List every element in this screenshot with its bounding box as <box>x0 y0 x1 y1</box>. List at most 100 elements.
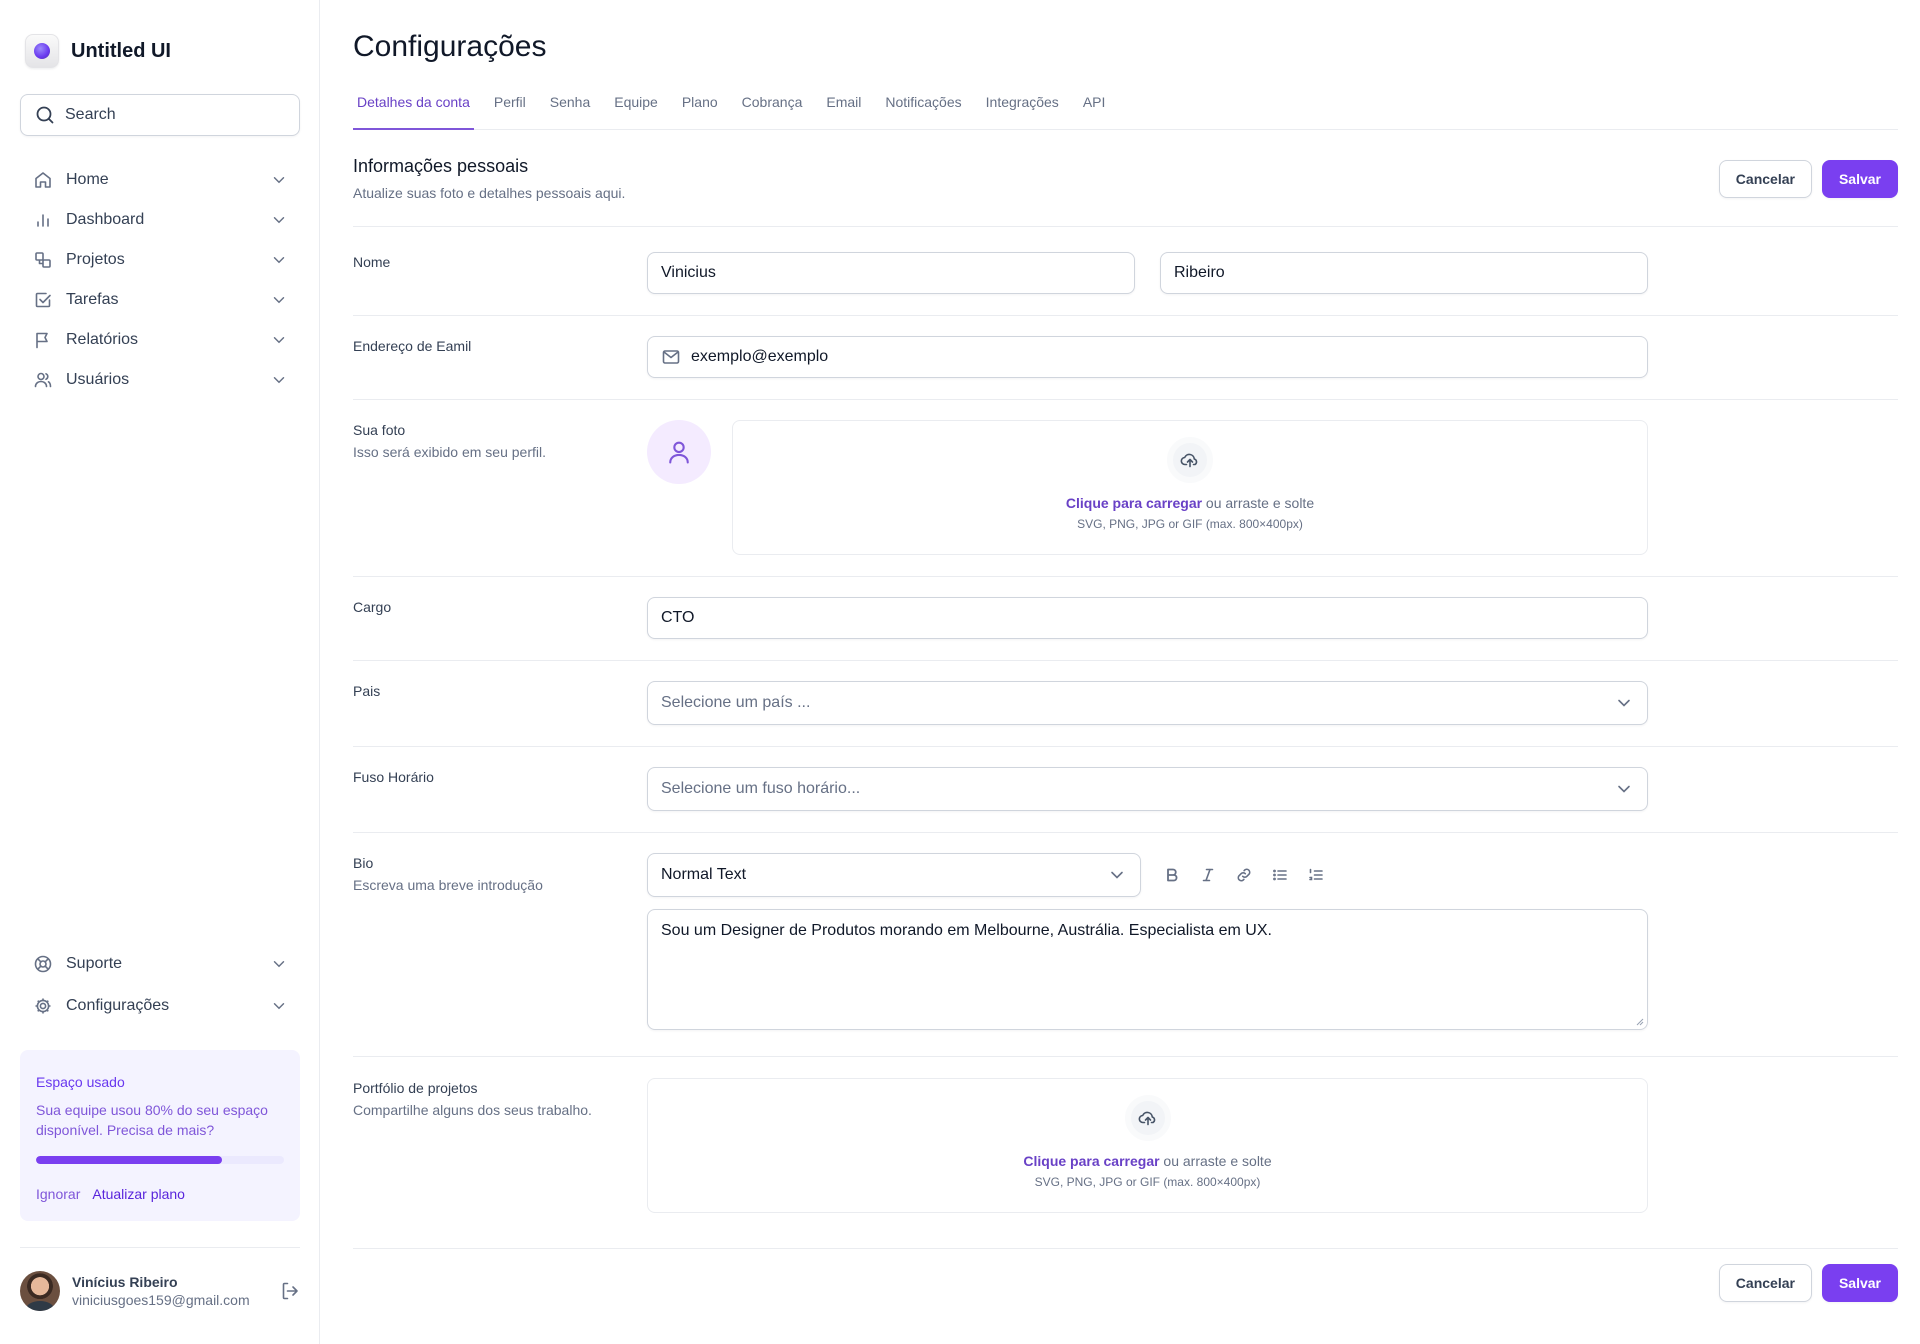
nav-item-label: Suporte <box>66 955 123 972</box>
nav-item-projetos[interactable]: Projetos <box>20 240 300 280</box>
dismiss-link[interactable]: Ignorar <box>36 1186 80 1202</box>
nav-item-label: Usuários <box>66 371 130 388</box>
tab-senha[interactable]: Senha <box>546 88 594 129</box>
tab-integracoes[interactable]: Integrações <box>982 88 1063 129</box>
mail-icon <box>661 347 681 367</box>
nav-item-usuarios[interactable]: Usuários <box>20 360 300 400</box>
cancel-button[interactable]: Cancelar <box>1718 160 1812 198</box>
first-name-input[interactable] <box>661 264 1121 282</box>
upload-cloud-icon <box>1124 1095 1171 1141</box>
name-label: Nome <box>353 254 391 270</box>
role-input[interactable] <box>661 609 1634 627</box>
upload-cloud-icon <box>1167 437 1213 483</box>
nav-item-tarefas[interactable]: Tarefas <box>20 280 300 320</box>
logout-icon[interactable] <box>280 1281 300 1301</box>
search-box[interactable] <box>20 94 300 136</box>
divider <box>353 576 1898 577</box>
chevron-down-icon <box>1107 865 1127 885</box>
first-name-field[interactable] <box>647 252 1135 294</box>
nav-item-configuracoes[interactable]: Configurações <box>20 985 300 1027</box>
tab-api[interactable]: API <box>1079 88 1110 129</box>
chevron-down-icon <box>270 211 288 229</box>
nav-item-suporte[interactable]: Suporte <box>20 943 300 985</box>
role-field[interactable] <box>647 597 1648 639</box>
usage-text: Sua equipe usou 80% do seu espaço dispon… <box>36 1102 268 1138</box>
upgrade-plan-link[interactable]: Atualizar plano <box>92 1186 185 1202</box>
settings-icon <box>32 995 54 1017</box>
email-input[interactable] <box>691 348 1634 366</box>
photo-upload-text: ou arraste e solte <box>1202 495 1315 511</box>
save-button[interactable]: Salvar <box>1821 160 1898 198</box>
tab-perfil[interactable]: Perfil <box>490 88 530 129</box>
portfolio-upload-hint: SVG, PNG, JPG or GIF (max. 800×400px) <box>1034 1175 1261 1189</box>
photo-upload-link[interactable]: Clique para carregar <box>1066 495 1202 511</box>
secondary-nav: Suporte Configurações <box>20 943 300 1027</box>
last-name-input[interactable] <box>1174 264 1634 282</box>
nav-item-label: Configurações <box>66 997 170 1014</box>
bio-label: Bio <box>353 855 374 871</box>
main-content: Configurações Detalhes da conta Perfil S… <box>353 0 1898 1344</box>
resize-handle-icon[interactable] <box>1636 1018 1644 1026</box>
photo-upload-dropzone[interactable]: Clique para carregar ou arraste e solte … <box>732 420 1648 555</box>
tab-equipe[interactable]: Equipe <box>610 88 662 129</box>
link-icon[interactable] <box>1232 863 1256 887</box>
text-format-toolbar <box>1160 863 1328 887</box>
chevron-down-icon <box>1614 779 1634 799</box>
numbered-list-icon[interactable] <box>1304 863 1328 887</box>
timezone-select[interactable]: Selecione um fuso horário... <box>647 767 1648 811</box>
tab-cobranca[interactable]: Cobrança <box>738 88 807 129</box>
divider <box>353 226 1898 227</box>
tab-email[interactable]: Email <box>822 88 865 129</box>
chevron-down-icon <box>270 291 288 309</box>
brand[interactable]: Untitled UI <box>25 34 171 68</box>
search-input[interactable] <box>65 106 285 124</box>
last-name-field[interactable] <box>1160 252 1648 294</box>
chevron-down-icon <box>1614 693 1634 713</box>
italic-icon[interactable] <box>1196 863 1220 887</box>
usage-title: Espaço usado <box>36 1074 125 1090</box>
nav-item-label: Projetos <box>66 251 125 268</box>
chevron-down-icon <box>270 371 288 389</box>
nav-item-dashboard[interactable]: Dashboard <box>20 200 300 240</box>
email-field[interactable] <box>647 336 1648 378</box>
nav-item-label: Home <box>66 171 109 188</box>
tab-detalhes-da-conta[interactable]: Detalhes da conta <box>353 88 474 130</box>
country-select[interactable]: Selecione um país ... <box>647 681 1648 725</box>
nav-item-relatorios[interactable]: Relatórios <box>20 320 300 360</box>
text-format-select[interactable]: Normal Text <box>647 853 1141 897</box>
user-icon <box>665 438 693 466</box>
divider <box>353 832 1898 833</box>
portfolio-upload-dropzone[interactable]: Clique para carregar ou arraste e solte … <box>647 1078 1648 1213</box>
portfolio-upload-text: ou arraste e solte <box>1159 1153 1272 1169</box>
portfolio-upload-link[interactable]: Clique para carregar <box>1023 1153 1159 1169</box>
brand-name: Untitled UI <box>71 39 171 62</box>
photo-hint: Isso será exibido em seu perfil. <box>353 444 546 460</box>
footer-cancel-button[interactable]: Cancelar <box>1718 1264 1812 1302</box>
portfolio-label: Portfólio de projetos <box>353 1080 478 1096</box>
footer-save-button[interactable]: Salvar <box>1821 1264 1898 1302</box>
nav-item-home[interactable]: Home <box>20 160 300 200</box>
divider <box>353 1248 1898 1249</box>
account-email: viniciusgoes159@gmail.com <box>72 1292 250 1308</box>
section-subtitle: Atualize suas foto e detalhes pessoais a… <box>353 185 626 201</box>
nav-item-label: Tarefas <box>66 291 119 308</box>
country-label: Pais <box>353 683 381 699</box>
users-icon <box>32 369 54 391</box>
photo-label-group: Sua foto Isso será exibido em seu perfil… <box>353 422 546 460</box>
bold-icon[interactable] <box>1160 863 1184 887</box>
bio-textarea[interactable]: Sou um Designer de Produtos morando em M… <box>661 920 1634 1019</box>
divider <box>353 660 1898 661</box>
nav-item-label: Relatórios <box>66 331 139 348</box>
tab-notificacoes[interactable]: Notificações <box>881 88 965 129</box>
email-label: Endereço de Eamil <box>353 338 472 354</box>
check-square-icon <box>32 289 54 311</box>
flag-icon <box>32 329 54 351</box>
chevron-down-icon <box>270 171 288 189</box>
tab-plano[interactable]: Plano <box>678 88 722 129</box>
timezone-select-value: Selecione um fuso horário... <box>661 780 861 797</box>
role-label: Cargo <box>353 599 392 615</box>
sidebar: Untitled UI Home Dashboard Projetos Tare… <box>0 0 320 1344</box>
bullet-list-icon[interactable] <box>1268 863 1292 887</box>
avatar[interactable] <box>20 1271 60 1311</box>
life-buoy-icon <box>32 953 54 975</box>
